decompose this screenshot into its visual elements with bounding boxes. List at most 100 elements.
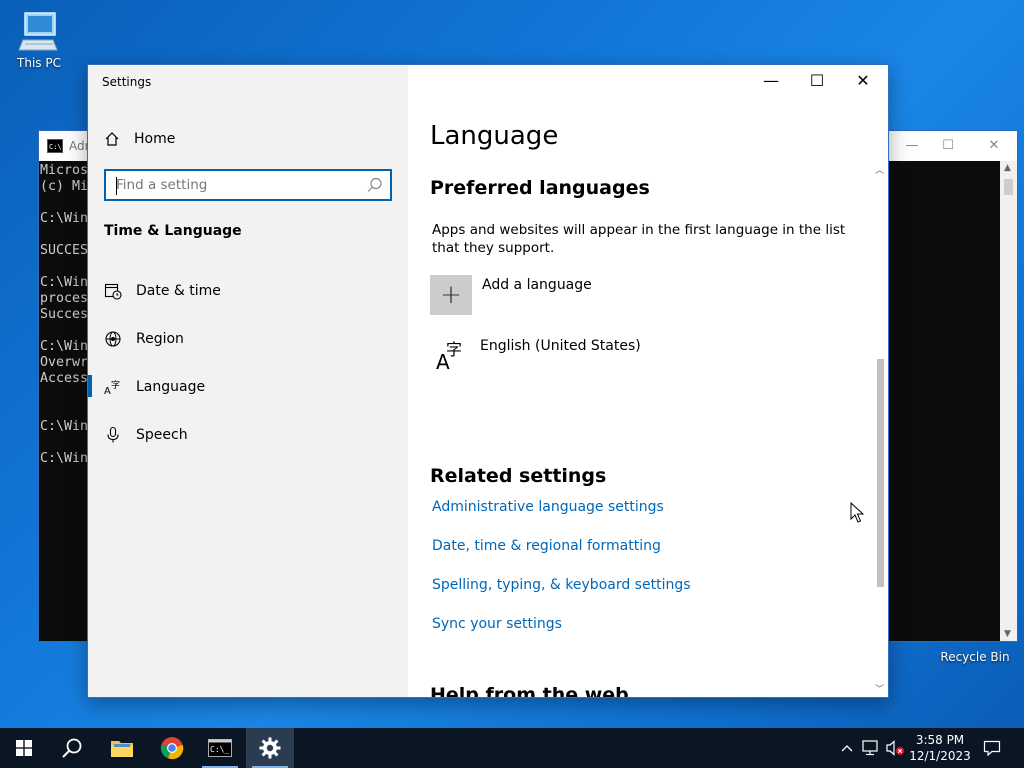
date-time-regional-formatting-link[interactable]: Date, time & regional formatting — [432, 538, 661, 554]
console-line: Overwr — [40, 355, 89, 370]
maximize-button[interactable]: ☐ — [794, 65, 840, 97]
console-line: SUCCES — [40, 243, 89, 258]
home-icon — [105, 132, 119, 146]
network-tray-button[interactable] — [860, 728, 882, 768]
svg-text:C:\_: C:\_ — [210, 745, 229, 754]
nav-section-title: Time & Language — [104, 223, 242, 239]
help-from-web-heading: Help from the web — [430, 684, 629, 697]
nav-item-language[interactable]: A 字 Language — [104, 374, 205, 400]
command-prompt-taskbar-button[interactable]: C:\_ — [196, 728, 244, 768]
nav-home[interactable]: Home — [104, 127, 175, 151]
settings-nav-pane: Settings Home Find a setting Time & Lang… — [88, 65, 408, 697]
console-line: (c) Mi — [40, 179, 89, 194]
start-button[interactable] — [0, 728, 48, 768]
search-icon — [62, 738, 82, 758]
console-line: C:\Win — [40, 451, 89, 466]
notification-icon — [983, 740, 1001, 756]
nav-item-date-time[interactable]: Date & time — [104, 278, 221, 304]
settings-window-title: Settings — [102, 75, 152, 89]
windows-logo-icon — [16, 740, 32, 756]
settings-content-pane: — ☐ ✕ Language Preferred languages Apps … — [408, 65, 888, 697]
nav-item-label: Speech — [136, 427, 188, 443]
console-scroll-thumb[interactable] — [1004, 179, 1013, 195]
console-line: C:\Win — [40, 211, 89, 226]
console-app-icon: C:\ — [47, 139, 63, 153]
file-explorer-button[interactable] — [98, 728, 146, 768]
recycle-bin-desktop-icon[interactable]: Recycle Bin — [940, 650, 1010, 664]
this-pc-desktop-icon[interactable]: This PC — [4, 10, 74, 70]
scroll-up-arrow-icon[interactable]: ▲ — [1004, 163, 1011, 173]
nav-active-indicator — [88, 375, 92, 397]
chevron-up-icon — [841, 745, 853, 752]
content-scroll-thumb[interactable] — [877, 359, 884, 587]
clock-time: 3:58 PM — [915, 733, 965, 747]
minimize-button[interactable]: — — [748, 65, 794, 97]
chrome-button[interactable] — [148, 728, 196, 768]
console-app-icon: C:\_ — [208, 739, 232, 757]
help-heading-clip: Help from the web — [408, 680, 868, 697]
this-pc-label: This PC — [17, 56, 61, 70]
svg-text:字: 字 — [111, 379, 120, 391]
language-list-item[interactable]: A 字 English (United States) — [432, 335, 641, 374]
scroll-up-arrow-icon[interactable]: ︿ — [875, 163, 884, 176]
console-line: C:\Win — [40, 419, 89, 434]
search-taskbar-button[interactable] — [48, 728, 96, 768]
console-output: Micros (c) Mi C:\Win SUCCES C:\Win proces S… — [40, 163, 90, 467]
globe-icon — [104, 330, 122, 348]
add-language-button[interactable]: + Add a language — [430, 275, 592, 315]
preferred-languages-description: Apps and websites will appear in the fir… — [432, 222, 846, 256]
content-scrollbar[interactable]: ︿ ﹀ — [872, 161, 888, 697]
language-icon: A 字 — [104, 378, 122, 396]
computer-icon — [18, 12, 58, 51]
clock-date: 12/1/2023 — [909, 749, 971, 763]
text-caret — [116, 177, 117, 195]
sync-settings-link[interactable]: Sync your settings — [432, 616, 562, 632]
close-button[interactable]: ✕ — [840, 65, 886, 97]
gear-icon — [259, 737, 281, 759]
search-placeholder: Find a setting — [116, 177, 208, 193]
microphone-icon — [104, 426, 122, 444]
nav-item-speech[interactable]: Speech — [104, 422, 188, 448]
console-maximize-button[interactable]: ☐ — [925, 135, 971, 157]
svg-text:字: 字 — [446, 340, 462, 359]
taskbar-clock[interactable]: 3:58 PM 12/1/2023 — [900, 732, 980, 764]
action-center-button[interactable] — [978, 728, 1006, 768]
nav-home-label: Home — [134, 131, 176, 147]
scroll-down-arrow-icon[interactable]: ﹀ — [875, 682, 884, 695]
spelling-typing-keyboard-link[interactable]: Spelling, typing, & keyboard settings — [432, 577, 691, 593]
calendar-clock-icon — [104, 282, 122, 300]
console-line: Micros — [40, 163, 89, 178]
find-setting-search-box[interactable]: Find a setting — [104, 169, 392, 201]
search-icon[interactable] — [366, 176, 384, 194]
admin-language-settings-link[interactable]: Administrative language settings — [432, 499, 664, 515]
settings-window[interactable]: Settings Home Find a setting Time & Lang… — [87, 64, 889, 698]
mouse-cursor-icon — [850, 502, 864, 523]
show-hidden-icons-button[interactable] — [836, 728, 858, 768]
plus-icon: + — [430, 275, 472, 315]
console-line: proces — [40, 291, 89, 306]
console-line: Succes — [40, 307, 89, 322]
network-icon — [862, 740, 878, 756]
svg-text:C:\: C:\ — [49, 143, 62, 151]
language-icon: A 字 — [432, 335, 468, 374]
add-language-label: Add a language — [482, 277, 592, 293]
taskbar: C:\_ 3:58 PM 12/1/2023 — [0, 728, 1024, 768]
console-scrollbar[interactable]: ▲ ▼ — [1000, 161, 1017, 641]
console-close-button[interactable]: ✕ — [971, 135, 1017, 157]
nav-item-label: Region — [136, 331, 184, 347]
console-line: C:\Win — [40, 339, 89, 354]
nav-item-region[interactable]: Region — [104, 326, 184, 352]
console-line: Access — [40, 371, 89, 386]
page-title: Language — [430, 121, 559, 151]
scroll-down-arrow-icon[interactable]: ▼ — [1004, 629, 1011, 639]
settings-taskbar-button[interactable] — [246, 728, 294, 768]
nav-item-label: Date & time — [136, 283, 221, 299]
folder-icon — [111, 741, 133, 757]
